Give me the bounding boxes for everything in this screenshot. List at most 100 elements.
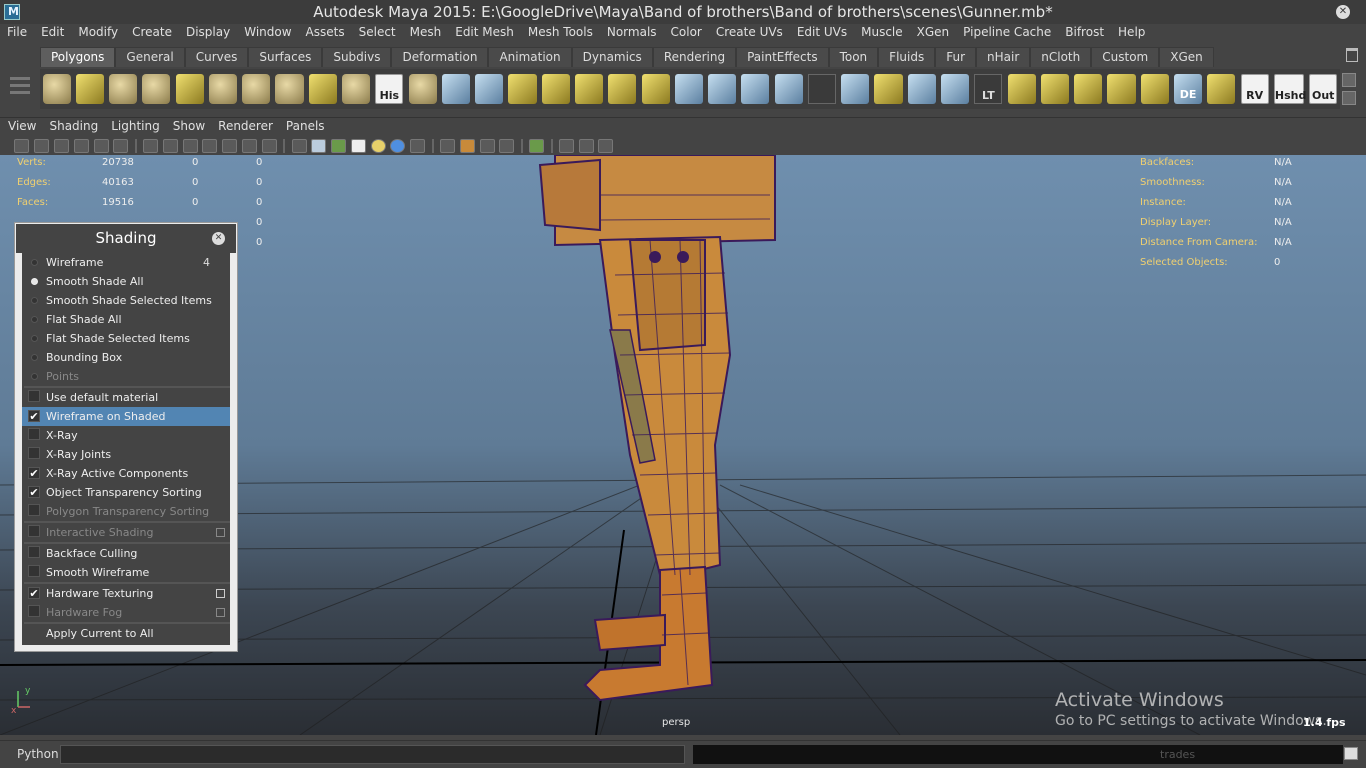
shading-option-smooth-wireframe[interactable]: Smooth Wireframe: [22, 563, 230, 582]
helix-icon[interactable]: [308, 74, 337, 104]
pipe-icon[interactable]: [275, 74, 304, 104]
motion-blur-icon[interactable]: [459, 138, 475, 153]
menu-modify[interactable]: Modify: [71, 24, 125, 42]
shading-option-apply-current-to-all[interactable]: Apply Current to All: [22, 624, 230, 643]
tab-subdivs[interactable]: Subdivs: [322, 47, 392, 67]
planar-map-icon[interactable]: [1007, 74, 1036, 104]
shading-option-smooth-shade-selected-items[interactable]: Smooth Shade Selected Items: [22, 291, 230, 310]
shading-option-x-ray[interactable]: X-Ray: [22, 426, 230, 445]
shading-option-flat-shade-selected-items[interactable]: Flat Shade Selected Items: [22, 329, 230, 348]
xray-joints-icon[interactable]: [578, 138, 594, 153]
panel-menu-renderer[interactable]: Renderer: [213, 118, 278, 135]
extract-icon[interactable]: [475, 74, 504, 104]
rv-icon[interactable]: RV: [1240, 74, 1269, 104]
safe-title-icon[interactable]: [261, 138, 277, 153]
sculpt-icon[interactable]: [807, 74, 837, 104]
split-icon[interactable]: [674, 74, 703, 104]
booleans-icon[interactable]: [508, 74, 537, 104]
shelf-scroll[interactable]: [1342, 73, 1356, 107]
lt-icon[interactable]: LT: [974, 74, 1003, 104]
de-icon[interactable]: DE: [1174, 74, 1203, 104]
menu-muscle[interactable]: Muscle: [854, 24, 910, 42]
plane-icon[interactable]: [175, 74, 204, 104]
panel-menu-lighting[interactable]: Lighting: [106, 118, 165, 135]
separate-icon[interactable]: [441, 74, 470, 104]
mirror-icon[interactable]: [841, 74, 870, 104]
depth-of-field-icon[interactable]: [499, 138, 515, 153]
shelf-grip-handle[interactable]: [8, 73, 32, 109]
tab-dynamics[interactable]: Dynamics: [571, 47, 653, 67]
shading-option-x-ray-active-components[interactable]: ✔ X-Ray Active Components: [22, 464, 230, 483]
menu-assets[interactable]: Assets: [299, 24, 352, 42]
shadows-icon[interactable]: [410, 138, 426, 153]
shading-option-object-transparency-sorting[interactable]: ✔ Object Transparency Sorting: [22, 483, 230, 502]
trash-icon[interactable]: [1346, 48, 1358, 62]
cone-icon[interactable]: [142, 74, 171, 104]
all-lights-icon[interactable]: [390, 138, 406, 153]
extrude-icon[interactable]: [574, 74, 604, 104]
lattice-icon[interactable]: [907, 74, 936, 104]
shading-option-wireframe[interactable]: Wireframe 4: [22, 253, 230, 272]
panel-menu-panels[interactable]: Panels: [281, 118, 330, 135]
out-icon[interactable]: Out: [1309, 74, 1338, 104]
menu-mesh[interactable]: Mesh: [403, 24, 449, 42]
tab-nhair[interactable]: nHair: [976, 47, 1031, 67]
menu-edit-mesh[interactable]: Edit Mesh: [448, 24, 521, 42]
offset-edge-icon[interactable]: [741, 74, 770, 104]
script-editor-icon[interactable]: [1344, 747, 1358, 760]
menu-display[interactable]: Display: [179, 24, 237, 42]
field-chart-icon[interactable]: [222, 138, 238, 153]
tab-painteffects[interactable]: PaintEffects: [736, 47, 829, 67]
ambient-occlusion-icon[interactable]: [440, 138, 456, 153]
smooth-icon[interactable]: [541, 74, 570, 104]
cube-icon[interactable]: [75, 74, 104, 104]
isolate-select-icon[interactable]: [529, 138, 545, 153]
menu-mesh-tools[interactable]: Mesh Tools: [521, 24, 600, 42]
gate-mask-icon[interactable]: [202, 138, 218, 153]
panel-menu-view[interactable]: View: [3, 118, 41, 135]
tab-custom[interactable]: Custom: [1091, 47, 1160, 67]
menu-window[interactable]: Window: [237, 24, 298, 42]
texture-editor-icon[interactable]: [1207, 74, 1236, 104]
tab-rendering[interactable]: Rendering: [652, 47, 737, 67]
sphere-icon[interactable]: [42, 74, 71, 104]
tab-toon[interactable]: Toon: [828, 47, 879, 67]
tab-surfaces[interactable]: Surfaces: [248, 47, 323, 67]
append-icon[interactable]: [641, 74, 670, 104]
tab-animation[interactable]: Animation: [488, 47, 572, 67]
film-gate-icon[interactable]: [162, 138, 178, 153]
default-material-icon[interactable]: [350, 138, 366, 153]
pyramid-icon[interactable]: [242, 74, 271, 104]
tab-fluids[interactable]: Fluids: [878, 47, 936, 67]
tab-xgen[interactable]: XGen: [1159, 47, 1214, 67]
shading-option-x-ray-joints[interactable]: X-Ray Joints: [22, 445, 230, 464]
shading-option-hardware-texturing[interactable]: ✔ Hardware Texturing: [22, 584, 230, 603]
menu-file[interactable]: File: [0, 24, 34, 42]
cylindrical-map-icon[interactable]: [1040, 74, 1070, 104]
cylinder-icon[interactable]: [109, 74, 138, 104]
wireframe-on-shaded-icon[interactable]: [331, 138, 347, 153]
wireframe-icon[interactable]: [291, 138, 307, 153]
tab-deformation[interactable]: Deformation: [391, 47, 489, 67]
smooth-shade-icon[interactable]: [311, 138, 327, 153]
image-plane-icon[interactable]: [73, 138, 89, 153]
soccer-ball-icon[interactable]: [341, 74, 371, 104]
command-language-toggle[interactable]: Python: [17, 747, 59, 761]
history-icon[interactable]: His: [375, 74, 404, 104]
tab-ncloth[interactable]: nCloth: [1030, 47, 1092, 67]
option-box-icon[interactable]: [216, 589, 225, 598]
shading-option-use-default-material[interactable]: Use default material: [22, 388, 230, 407]
menu-create-uvs[interactable]: Create UVs: [709, 24, 790, 42]
menu-help[interactable]: Help: [1111, 24, 1152, 42]
bookmark-icon[interactable]: [53, 138, 69, 153]
automatic-map-icon[interactable]: [1107, 74, 1136, 104]
camera-attr-icon[interactable]: [34, 138, 50, 153]
uv-icon[interactable]: [874, 74, 903, 104]
command-input[interactable]: [60, 745, 685, 764]
textured-icon[interactable]: [370, 138, 386, 153]
bevel-icon[interactable]: [774, 74, 803, 104]
close-icon[interactable]: ✕: [1336, 5, 1350, 19]
menu-pipeline-cache[interactable]: Pipeline Cache: [956, 24, 1058, 42]
menu-create[interactable]: Create: [125, 24, 179, 42]
shading-option-smooth-shade-all[interactable]: Smooth Shade All: [22, 272, 230, 291]
